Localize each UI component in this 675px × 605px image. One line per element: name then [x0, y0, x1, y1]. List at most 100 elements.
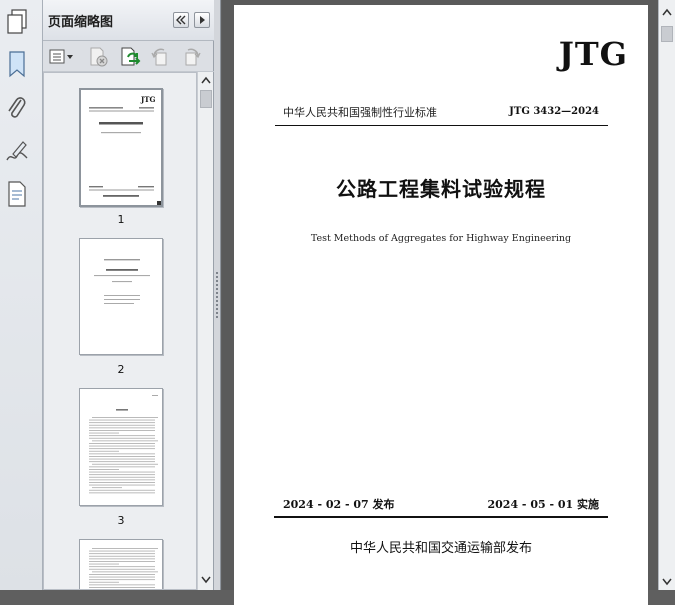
- thumbnails-scrollbar[interactable]: [197, 72, 213, 590]
- standard-code: JTG 3432—2024: [509, 106, 599, 117]
- document-title: 公路工程集料试验规程: [234, 173, 648, 202]
- text-line: [89, 472, 155, 473]
- splitter-grip-icon: [216, 272, 218, 320]
- bookmark-icon[interactable]: [5, 50, 29, 78]
- thumbnail-page-number: 2: [79, 363, 163, 376]
- collapse-panel-button[interactable]: [173, 12, 189, 28]
- page-2-preview: [80, 239, 163, 355]
- text-line: [89, 448, 155, 449]
- text-line: [89, 553, 155, 554]
- text-line: [92, 548, 158, 549]
- document-title-en: Test Methods of Aggregates for Highway E…: [234, 233, 648, 244]
- thumbnail-page-2[interactable]: [79, 238, 163, 355]
- rotate-ccw-button[interactable]: [150, 47, 172, 67]
- text-line: [89, 466, 155, 467]
- text-line: [89, 443, 155, 444]
- scroll-down-icon[interactable]: [662, 578, 672, 586]
- text-line: [89, 453, 155, 454]
- delete-page-button[interactable]: [88, 47, 110, 67]
- svg-text:JTG: JTG: [140, 95, 156, 104]
- text-line: [89, 459, 155, 460]
- text-line: [89, 561, 155, 562]
- bottom-rule: [274, 516, 608, 518]
- text-line: [89, 574, 155, 575]
- text-line: [89, 474, 155, 475]
- thumbnail-page-number: 3: [79, 514, 163, 527]
- navigation-sidebar: [0, 0, 43, 590]
- panel-menu-button[interactable]: [194, 12, 210, 28]
- text-line: [89, 485, 155, 486]
- options-menu-button[interactable]: [48, 47, 74, 67]
- panel-title: 页面缩略图: [48, 11, 113, 30]
- thumbnail-page-number: 1: [79, 213, 163, 226]
- scroll-thumb[interactable]: [200, 90, 212, 108]
- text-line: [89, 482, 155, 483]
- text-line: [89, 584, 155, 585]
- text-line: [89, 587, 155, 588]
- rotate-cw-icon: [180, 47, 202, 67]
- text-line: [92, 487, 122, 488]
- scroll-down-icon[interactable]: [201, 576, 211, 584]
- text-line: [92, 571, 158, 572]
- scroll-up-icon[interactable]: [201, 76, 211, 84]
- thumbnail-page-3[interactable]: [79, 388, 163, 506]
- panel-splitter[interactable]: [214, 0, 221, 590]
- attachment-icon[interactable]: [5, 94, 29, 122]
- signature-icon[interactable]: [5, 138, 29, 166]
- scroll-up-icon[interactable]: [662, 8, 672, 16]
- options-menu-icon: [48, 47, 74, 67]
- text-line: [89, 451, 119, 452]
- delete-page-icon: [88, 47, 110, 67]
- insert-pages-icon: [119, 47, 141, 67]
- text-line: [89, 564, 119, 565]
- text-line: [89, 438, 155, 439]
- text-line: [92, 464, 158, 465]
- text-line: [92, 440, 158, 441]
- thumbnail-page-4[interactable]: [79, 539, 163, 590]
- thumbnails-list[interactable]: JTG 1 2: [43, 72, 197, 590]
- page-4-preview: [80, 540, 163, 590]
- standard-category: 中华人民共和国强制性行业标准: [283, 104, 437, 120]
- release-date: 2024 - 02 - 07 发布: [283, 496, 395, 512]
- rotate-cw-button[interactable]: [180, 47, 202, 67]
- thumbnail-page-1[interactable]: JTG: [79, 88, 163, 207]
- scroll-thumb[interactable]: [661, 26, 673, 42]
- page-thumbnails-panel: 页面缩略图 JTG: [43, 0, 214, 590]
- document-page: JTG 中华人民共和国强制性行业标准 JTG 3432—2024 公路工程集料试…: [234, 5, 648, 605]
- triangle-right-icon: [197, 15, 207, 25]
- page-1-preview: JTG: [81, 90, 161, 205]
- text-line: [89, 422, 155, 423]
- text-line: [89, 492, 155, 493]
- text-line: [89, 551, 155, 552]
- page-3-preview: [80, 389, 163, 506]
- top-rule: [275, 125, 608, 126]
- page-layers-icon[interactable]: [5, 180, 29, 208]
- rotate-ccw-icon: [150, 47, 172, 67]
- panel-header: 页面缩略图: [43, 0, 214, 41]
- text-line: [89, 477, 155, 478]
- text-line: [89, 582, 119, 583]
- text-line: [89, 479, 155, 480]
- text-line: [89, 430, 155, 431]
- text-line: [89, 577, 155, 578]
- text-line: [89, 566, 155, 567]
- text-line: [89, 427, 155, 428]
- document-scrollbar[interactable]: [658, 0, 675, 590]
- text-line: [92, 417, 158, 418]
- text-line: [89, 456, 155, 457]
- insert-pages-button[interactable]: [119, 47, 141, 67]
- thumbnail-toolbar: [43, 42, 214, 72]
- text-line: [89, 461, 155, 462]
- text-line: [89, 446, 155, 447]
- text-line: [89, 490, 155, 491]
- double-chevron-left-icon: [175, 15, 187, 25]
- text-line: [89, 433, 119, 434]
- jtg-logo: JTG: [559, 35, 628, 73]
- text-line: [89, 425, 155, 426]
- text-line: [89, 569, 155, 570]
- text-line: [89, 558, 155, 559]
- pages-panel-icon[interactable]: [5, 8, 29, 36]
- effective-date: 2024 - 05 - 01 实施: [487, 496, 599, 512]
- text-line: [89, 579, 155, 580]
- text-line: [89, 435, 155, 436]
